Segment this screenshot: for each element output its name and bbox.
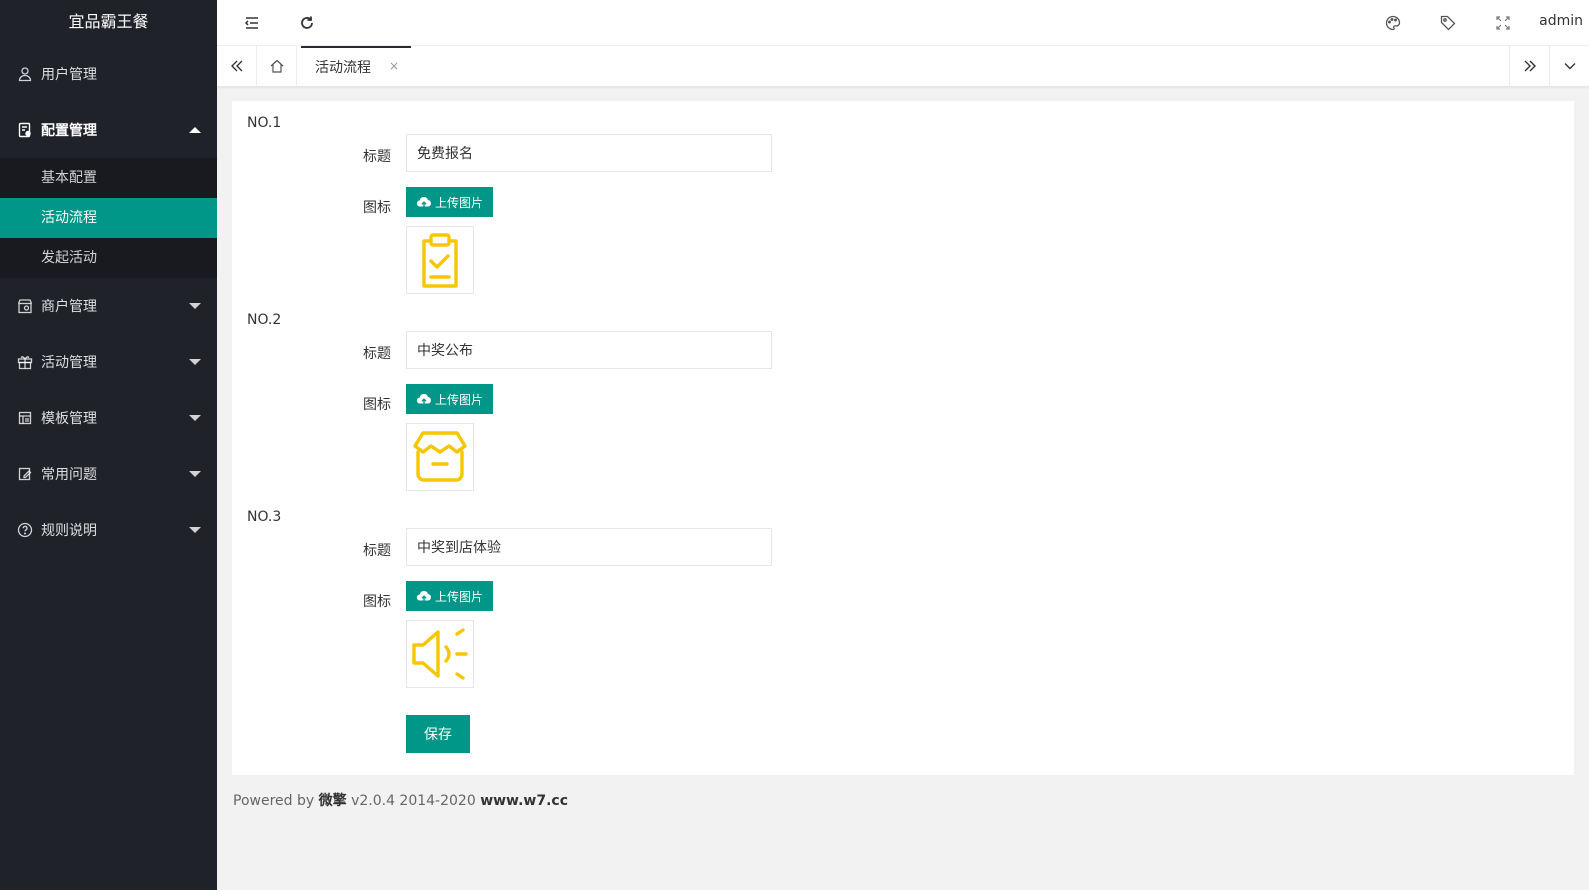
theme-palette-icon[interactable] — [1382, 12, 1404, 34]
upload-image-button[interactable]: 上传图片 — [406, 581, 493, 611]
upload-label: 上传图片 — [434, 392, 483, 407]
tab-label: 活动流程 — [315, 60, 371, 76]
tabs-scroll-left-icon[interactable] — [217, 46, 257, 86]
gift-icon — [17, 354, 33, 370]
upload-image-button[interactable]: 上传图片 — [406, 187, 493, 217]
step-number: NO.1 — [247, 115, 282, 131]
help-icon — [17, 522, 33, 538]
save-button[interactable]: 保存 — [406, 715, 470, 753]
sidebar-item-label: 商户管理 — [41, 299, 97, 315]
step-title-input[interactable] — [406, 331, 772, 369]
icon-label: 图标 — [363, 200, 391, 216]
title-label: 标题 — [363, 543, 391, 559]
fullscreen-icon[interactable] — [1492, 12, 1514, 34]
store-icon — [17, 298, 33, 314]
footer-prefix: Powered by — [233, 793, 315, 809]
sidebar-item-label: 活动管理 — [41, 355, 97, 371]
sidebar: 宜品霸王餐 用户管理 配置管理 基本配置 活动流程 发起活动 商户管理 活动管理 — [0, 0, 217, 890]
sidebar-item-config[interactable]: 配置管理 — [0, 102, 217, 158]
shop-box-icon — [413, 431, 467, 482]
clipboard-check-icon — [422, 233, 458, 288]
sidebar-item-merchants[interactable]: 商户管理 — [0, 278, 217, 334]
edit-icon — [17, 466, 33, 482]
title-label: 标题 — [363, 149, 391, 165]
chevron-down-icon — [189, 527, 201, 533]
tabs-menu-chevron-down-icon[interactable] — [1549, 46, 1589, 86]
sidebar-subitem-basic-config[interactable]: 基本配置 — [0, 158, 217, 198]
sidebar-subitem-activity-flow[interactable]: 活动流程 — [0, 198, 217, 238]
step-title-input[interactable] — [406, 528, 772, 566]
sidebar-item-label: 用户管理 — [41, 67, 97, 83]
upload-image-button[interactable]: 上传图片 — [406, 384, 493, 414]
chevron-down-icon — [189, 471, 201, 477]
title-label: 标题 — [363, 346, 391, 362]
sidebar-item-label: 规则说明 — [41, 523, 97, 539]
user-menu[interactable]: admin — [1539, 13, 1583, 29]
megaphone-icon — [412, 628, 468, 680]
icon-label: 图标 — [363, 594, 391, 610]
tag-icon[interactable] — [1437, 12, 1459, 34]
sidebar-item-users[interactable]: 用户管理 — [0, 46, 217, 102]
chevron-down-icon — [189, 415, 201, 421]
top-header: admin — [217, 0, 1589, 46]
subnav-config: 基本配置 活动流程 发起活动 — [0, 158, 217, 278]
tabs-bar: 活动流程 × — [217, 46, 1589, 87]
chevron-up-icon — [189, 127, 201, 133]
step-icon-preview — [406, 620, 474, 688]
tab-activity-flow[interactable]: 活动流程 × — [301, 46, 411, 86]
chevron-down-icon — [189, 359, 201, 365]
home-icon[interactable] — [257, 46, 297, 86]
tabs-scroll-right-icon[interactable] — [1509, 46, 1549, 86]
sidebar-item-rules[interactable]: 规则说明 — [0, 502, 217, 558]
sidebar-item-faq[interactable]: 常用问题 — [0, 446, 217, 502]
collapse-menu-icon[interactable] — [241, 12, 263, 34]
sidebar-item-label: 配置管理 — [41, 123, 97, 139]
sidebar-item-label: 模板管理 — [41, 411, 97, 427]
step-number: NO.2 — [247, 312, 282, 328]
footer-brand: 微擎 — [318, 793, 347, 809]
sidebar-item-label: 常用问题 — [41, 467, 97, 483]
cloud-upload-icon — [416, 591, 431, 602]
sidebar-subitem-start-activity[interactable]: 发起活动 — [0, 238, 217, 278]
footer-site-link[interactable]: www.w7.cc — [480, 793, 568, 809]
step-number: NO.3 — [247, 509, 282, 525]
chevron-down-icon — [189, 303, 201, 309]
cloud-upload-icon — [416, 394, 431, 405]
icon-label: 图标 — [363, 397, 391, 413]
step-icon-preview — [406, 226, 474, 294]
refresh-icon[interactable] — [296, 12, 318, 34]
footer: Powered by 微擎 v2.0.4 2014-2020 www.w7.cc — [233, 790, 568, 810]
upload-label: 上传图片 — [434, 589, 483, 604]
cloud-upload-icon — [416, 197, 431, 208]
template-icon — [17, 410, 33, 426]
sidebar-item-activities[interactable]: 活动管理 — [0, 334, 217, 390]
main-panel: NO.1 标题 图标 上传图片 NO.2 标题 图标 上传图片 NO.3 标题 … — [232, 101, 1574, 775]
step-icon-preview — [406, 423, 474, 491]
footer-version: v2.0.4 2014-2020 — [351, 793, 476, 809]
app-title: 宜品霸王餐 — [68, 12, 149, 31]
upload-label: 上传图片 — [434, 195, 483, 210]
document-settings-icon — [17, 122, 33, 138]
close-icon[interactable]: × — [389, 59, 399, 73]
step-title-input[interactable] — [406, 134, 772, 172]
sidebar-item-templates[interactable]: 模板管理 — [0, 390, 217, 446]
user-icon — [17, 66, 33, 82]
